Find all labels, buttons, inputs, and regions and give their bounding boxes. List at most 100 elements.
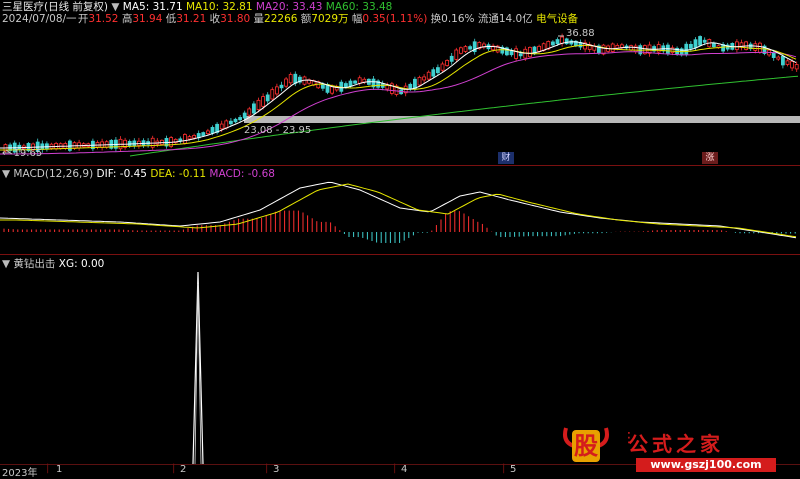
candle-body: [435, 67, 440, 74]
candle-body: [449, 55, 454, 62]
time-axis-label: 5: [510, 464, 517, 475]
candle-body: [265, 94, 270, 102]
dif-line: [0, 181, 797, 239]
candle-body: [440, 63, 445, 71]
time-axis-label: 3: [273, 464, 280, 475]
candle-body: [343, 83, 348, 88]
candle-body: [794, 64, 799, 70]
candle-body: [228, 120, 233, 125]
support-range-label: 23.08 - 23.95: [244, 125, 312, 136]
candle-body: [192, 135, 197, 139]
finance-badge[interactable]: 财: [498, 152, 514, 164]
candle-body: [210, 127, 215, 134]
candle-body: [560, 36, 564, 44]
candle-body: [261, 96, 266, 107]
ma10-line: [0, 44, 797, 151]
candle-body: [528, 47, 532, 58]
candle-body: [247, 108, 252, 116]
ma5-line: [0, 41, 797, 149]
macd-title[interactable]: MACD(12,26,9): [13, 168, 93, 180]
candle-body: [712, 42, 716, 48]
candle-body: [233, 118, 238, 123]
candle-body: [776, 56, 781, 60]
panel-separator-price-macd[interactable]: [0, 165, 800, 166]
candle-body: [445, 60, 450, 66]
candle-body: [187, 136, 192, 140]
candle-body: [702, 39, 707, 43]
candle-body: [348, 80, 353, 87]
candle-body: [610, 43, 615, 52]
candle-body: [224, 120, 229, 129]
watermark-separator-icon: ⋮: [622, 430, 636, 446]
watermark-url: www.gszj100.com: [636, 458, 776, 472]
signal-title[interactable]: 黄钻出击: [13, 258, 55, 270]
candle-body: [518, 53, 523, 57]
kline-chart-canvas[interactable]: [0, 0, 800, 476]
time-axis-label: 4: [401, 464, 408, 475]
candle-body: [412, 78, 417, 90]
candle-body: [555, 39, 560, 45]
candle-body: [431, 69, 436, 77]
high-price-marker: 36.88: [566, 28, 595, 39]
xg-label: XG: 0.00: [58, 258, 105, 270]
dea-label: DEA: -0.11: [150, 168, 207, 180]
candle-body: [256, 99, 261, 110]
candle-body: [353, 80, 358, 84]
ma20-line: [0, 51, 797, 155]
candle-body: [684, 43, 689, 55]
dif-label: DIF: -0.45: [96, 168, 147, 180]
candle-body: [279, 84, 284, 89]
macd-panel-header: ▼ MACD(12,26,9) DIF: -0.45 DEA: -0.11 MA…: [2, 168, 275, 180]
candle-body: [771, 52, 776, 58]
candle-body: [270, 89, 275, 100]
candle-body: [463, 46, 468, 52]
candle-body: [284, 78, 289, 87]
rise-badge[interactable]: 涨: [702, 152, 718, 164]
time-axis-label: 2: [180, 464, 187, 475]
candle-body: [219, 123, 224, 130]
candle-body: [620, 44, 624, 48]
support-zone-bar: [244, 116, 800, 123]
candle-body: [735, 41, 739, 50]
watermark-site-name: 公式之家: [628, 432, 724, 456]
candle-body: [758, 42, 762, 53]
collapse-icon[interactable]: ▼: [2, 168, 10, 180]
candle-body: [753, 43, 758, 51]
time-axis-label: 2023年: [2, 468, 38, 479]
candle-body: [693, 39, 698, 48]
candle-body: [274, 86, 279, 95]
signal-panel-header: ▼ 黄钻出击 XG: 0.00: [2, 258, 104, 270]
candle-body: [182, 134, 187, 144]
candle-body: [422, 76, 427, 81]
candle-body: [251, 103, 256, 114]
candle-body: [320, 84, 325, 89]
candle-body: [288, 74, 293, 84]
candle-body: [656, 44, 661, 53]
watermark-logo-char: 股: [574, 431, 598, 460]
candle-body: [790, 61, 794, 69]
panel-separator-macd-signal[interactable]: [0, 254, 800, 255]
watermark-logo: 股: [560, 422, 612, 466]
macd-label: MACD: -0.68: [209, 168, 275, 180]
candle-body: [426, 71, 431, 80]
candle-body: [458, 47, 463, 54]
candle-body: [293, 73, 298, 84]
candle-body: [785, 60, 790, 65]
collapse-icon[interactable]: ▼: [2, 258, 10, 270]
candle-body: [238, 117, 243, 121]
candle-body: [537, 45, 541, 52]
candle-body: [689, 43, 693, 49]
candle-body: [205, 130, 210, 135]
candle-body: [242, 112, 247, 119]
candle-body: [551, 41, 555, 46]
candle-body: [330, 86, 335, 94]
candle-body: [357, 77, 362, 84]
candle-body: [417, 76, 422, 86]
time-axis-label: 1: [56, 464, 63, 475]
low-price-marker: ← 19.65: [2, 148, 43, 159]
candle-body: [408, 83, 413, 90]
candle-body: [698, 36, 702, 46]
candle-body: [468, 46, 473, 50]
macd-histogram: [3, 210, 796, 243]
candle-body: [454, 49, 459, 60]
